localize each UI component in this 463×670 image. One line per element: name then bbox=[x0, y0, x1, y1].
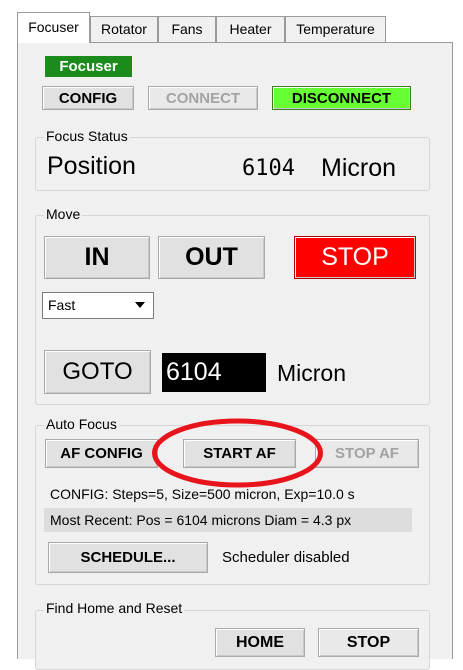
move-stop-button[interactable]: STOP bbox=[294, 236, 416, 279]
af-config-button[interactable]: AF CONFIG bbox=[45, 439, 158, 468]
goto-unit: Micron bbox=[277, 360, 347, 386]
connect-button[interactable]: CONNECT bbox=[148, 86, 258, 110]
position-unit: Micron bbox=[321, 154, 397, 182]
position-label: Position bbox=[47, 152, 136, 180]
disconnect-button[interactable]: DISCONNECT bbox=[272, 86, 411, 110]
af-most-recent: Most Recent: Pos = 6104 microns Diam = 4… bbox=[44, 508, 412, 532]
focus-status-title: Focus Status bbox=[44, 128, 130, 144]
move-out-button[interactable]: OUT bbox=[158, 236, 265, 279]
scheduler-status: Scheduler disabled bbox=[222, 549, 350, 566]
tab-rotator[interactable]: Rotator bbox=[90, 16, 158, 42]
move-in-button[interactable]: IN bbox=[44, 236, 150, 279]
move-title: Move bbox=[44, 206, 83, 222]
goto-position-field[interactable]: 6104 bbox=[162, 353, 266, 392]
auto-focus-title: Auto Focus bbox=[44, 416, 119, 432]
tab-fans[interactable]: Fans bbox=[158, 16, 216, 42]
focuser-badge: Focuser bbox=[45, 56, 132, 77]
af-config-summary: CONFIG: Steps=5, Size=500 micron, Exp=10… bbox=[50, 486, 355, 502]
highlight-circle bbox=[152, 418, 323, 488]
chevron-down-icon bbox=[135, 302, 145, 308]
tab-heater[interactable]: Heater bbox=[216, 16, 285, 42]
config-button[interactable]: CONFIG bbox=[42, 86, 134, 110]
home-title: Find Home and Reset bbox=[44, 600, 185, 616]
goto-button[interactable]: GOTO bbox=[44, 350, 151, 394]
tab-focuser[interactable]: Focuser bbox=[17, 12, 90, 43]
speed-select-value: Fast bbox=[48, 297, 76, 313]
stop-af-button[interactable]: STOP AF bbox=[315, 439, 419, 468]
schedule-button[interactable]: SCHEDULE... bbox=[48, 542, 208, 573]
home-button[interactable]: HOME bbox=[215, 628, 305, 657]
tab-temperature[interactable]: Temperature bbox=[285, 16, 386, 42]
speed-select[interactable]: Fast bbox=[42, 292, 154, 319]
position-value: 6104 bbox=[242, 156, 295, 181]
home-stop-button[interactable]: STOP bbox=[318, 628, 419, 657]
